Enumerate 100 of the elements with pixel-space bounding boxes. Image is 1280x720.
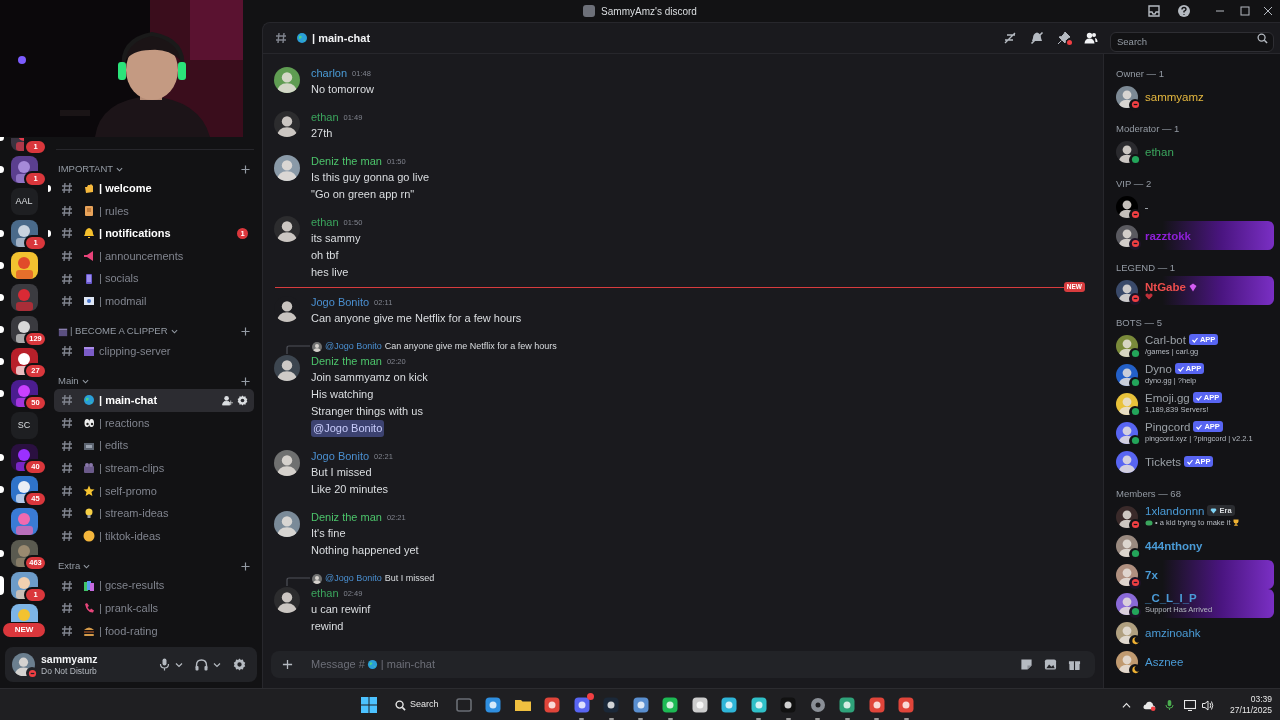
app-icon[interactable]	[543, 696, 562, 714]
author-name[interactable]: ethan	[311, 109, 339, 126]
channel-item[interactable]: | prank-calls	[54, 596, 254, 620]
microphone-icon[interactable]	[1165, 699, 1175, 711]
gear-icon[interactable]	[237, 394, 248, 406]
category-label[interactable]: Extra	[58, 559, 81, 574]
caret-icon[interactable]	[213, 660, 221, 669]
cloud-icon[interactable]	[1143, 699, 1157, 711]
avatar[interactable]	[1116, 224, 1138, 247]
avatar[interactable]	[274, 67, 300, 93]
avatar[interactable]	[1116, 392, 1138, 415]
avatar[interactable]	[274, 587, 300, 613]
avatar[interactable]	[274, 355, 300, 381]
help-icon[interactable]	[1177, 4, 1191, 18]
author-name[interactable]: Deniz the man	[311, 353, 382, 370]
avatar[interactable]	[1116, 195, 1138, 218]
member-name[interactable]: Emoji.gg	[1145, 391, 1190, 404]
author-name[interactable]: Deniz the man	[311, 153, 382, 170]
avatar[interactable]	[312, 341, 322, 352]
server-button[interactable]: AAL	[10, 188, 38, 215]
reply-author[interactable]: @Jogo Bonito	[325, 339, 382, 354]
chevron-down-icon[interactable]	[116, 165, 124, 173]
avatar[interactable]	[1116, 421, 1138, 444]
category-label[interactable]: IMPORTANT	[58, 161, 114, 177]
user-mention[interactable]: @Jogo Bonito	[311, 420, 385, 437]
settings-icon[interactable]	[233, 658, 246, 671]
author-name[interactable]: charlon	[311, 65, 348, 82]
member-name[interactable]: Pingcord	[1145, 420, 1191, 433]
member-name[interactable]: Asznee	[1145, 655, 1184, 668]
avatar[interactable]	[1116, 140, 1138, 163]
app-icon[interactable]	[602, 696, 621, 714]
add-member-icon[interactable]	[222, 394, 233, 406]
chevron-down-icon[interactable]	[81, 377, 89, 385]
avatar[interactable]	[1116, 592, 1138, 615]
member-name[interactable]: Carl-bot	[1145, 333, 1186, 346]
monitor-icon[interactable]	[1184, 699, 1197, 711]
add-channel-icon[interactable]	[241, 376, 250, 386]
add-channel-icon[interactable]	[241, 164, 250, 174]
member-name[interactable]: Dyno	[1145, 362, 1172, 375]
author-name[interactable]: Jogo Bonito	[311, 448, 370, 465]
reply-author[interactable]: @Jogo Bonito	[325, 571, 382, 586]
channel-item[interactable]: | stream-clips	[54, 456, 254, 480]
avatar[interactable]	[274, 111, 300, 137]
channel-item[interactable]: | gcse-results	[54, 574, 254, 597]
avatar[interactable]	[274, 511, 300, 537]
app-icon[interactable]	[631, 696, 650, 714]
app-icon[interactable]	[867, 696, 886, 714]
channel-item[interactable]: clipping-server	[54, 339, 254, 363]
channel-item[interactable]: | announcements	[54, 244, 254, 268]
avatar[interactable]	[1116, 363, 1138, 386]
server-icon[interactable]	[10, 604, 38, 622]
member-name[interactable]: _C_L_I_P	[1145, 591, 1197, 604]
app-icon[interactable]	[572, 696, 591, 714]
app-icon[interactable]	[779, 696, 798, 714]
chevron-down-icon[interactable]	[83, 562, 91, 570]
member-name[interactable]: ethan	[1145, 145, 1174, 158]
add-channel-icon[interactable]	[241, 561, 250, 571]
channel-item[interactable]: | stream-ideas	[54, 502, 254, 525]
avatar[interactable]	[1116, 563, 1138, 586]
category-label[interactable]: Main	[58, 374, 79, 389]
avatar[interactable]	[1116, 334, 1138, 357]
avatar[interactable]	[312, 573, 322, 584]
server-icon[interactable]	[10, 252, 38, 279]
category-label[interactable]: | BECOME A CLIPPER	[70, 324, 168, 339]
headphones-icon[interactable]	[195, 658, 208, 671]
avatar[interactable]	[1116, 279, 1138, 302]
avatar[interactable]	[274, 155, 300, 181]
channel-item[interactable]: | rules	[54, 199, 254, 223]
speaker-icon[interactable]	[1202, 699, 1215, 711]
add-icon[interactable]	[282, 659, 293, 670]
channel-item[interactable]: | self-promo	[54, 479, 254, 503]
app-icon[interactable]	[838, 696, 857, 714]
channel-item[interactable]: | socials	[54, 267, 254, 290]
search-field[interactable]: Search	[1110, 31, 1274, 52]
member-name[interactable]: 7x	[1145, 568, 1158, 581]
channel-item[interactable]: | edits	[54, 434, 254, 457]
member-name[interactable]: amzinoahk	[1145, 626, 1201, 639]
app-icon[interactable]	[749, 696, 768, 714]
sticker-icon[interactable]	[1020, 658, 1033, 671]
author-name[interactable]: Jogo Bonito	[311, 294, 370, 311]
maximize-icon[interactable]	[1240, 6, 1250, 16]
author-name[interactable]: ethan	[311, 214, 339, 231]
app-icon[interactable]	[720, 696, 739, 714]
task-view-icon[interactable]	[454, 696, 473, 714]
avatar[interactable]	[274, 216, 300, 242]
windows-icon[interactable]	[360, 696, 378, 714]
app-icon[interactable]	[897, 696, 916, 714]
avatar[interactable]	[274, 450, 300, 476]
chevron-down-icon[interactable]	[170, 328, 178, 336]
server-icon[interactable]	[10, 508, 38, 535]
reply-preview[interactable]: Can anyone give me Netflix for a few hours	[384, 339, 557, 354]
members-icon[interactable]	[1084, 31, 1098, 45]
caret-icon[interactable]	[175, 660, 183, 669]
channel-item[interactable]: | main-chat	[54, 389, 254, 412]
channel-item[interactable]: | tiktok-ideas	[54, 524, 254, 548]
reply-preview[interactable]: But I missed	[384, 571, 435, 586]
avatar[interactable]	[1116, 85, 1138, 108]
channel-item[interactable]: | modmail	[54, 289, 254, 313]
author-name[interactable]: ethan	[311, 585, 339, 602]
image-icon[interactable]	[1044, 658, 1057, 671]
